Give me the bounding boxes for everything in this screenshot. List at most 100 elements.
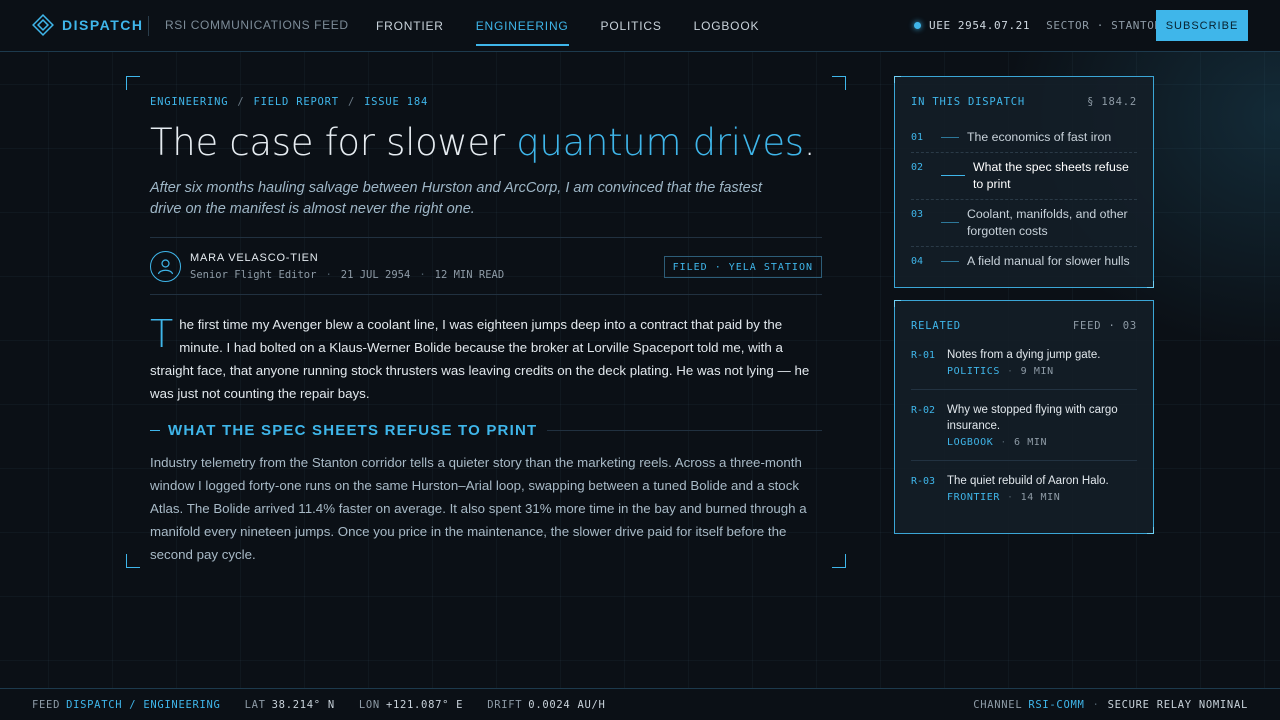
article-dek: After six months hauling salvage between… bbox=[150, 180, 763, 217]
toc-heading: IN THIS DISPATCH bbox=[911, 96, 1025, 108]
status-date: UEE 2954.07.21 bbox=[929, 19, 1031, 32]
diamond-logo-icon bbox=[32, 14, 54, 36]
breadcrumb-engineering[interactable]: ENGINEERING bbox=[150, 96, 228, 110]
meta-separator: · bbox=[419, 269, 426, 281]
toc-label: What the spec sheets refuse to print bbox=[973, 160, 1129, 191]
related-category: FRONTIER bbox=[947, 492, 1000, 503]
brand-logo[interactable]: DISPATCH bbox=[32, 14, 143, 36]
lead-text: he first time my Avenger blew a coolant … bbox=[150, 317, 810, 401]
title-accent: quantum drives bbox=[516, 121, 804, 164]
frame-corner bbox=[126, 554, 140, 568]
main-nav: FRONTIER ENGINEERING POLITICS LOGBOOK bbox=[376, 0, 791, 52]
toc-line bbox=[941, 137, 959, 138]
breadcrumb-field-report[interactable]: FIELD REPORT bbox=[253, 96, 338, 110]
toc-list: 01 The economics of fast iron 02 What th… bbox=[911, 123, 1137, 276]
subscribe-button[interactable]: SUBSCRIBE bbox=[1156, 10, 1248, 41]
channel-key: CHANNEL bbox=[973, 699, 1023, 711]
lat-value: 38.214° N bbox=[271, 699, 335, 711]
toc-item-02[interactable]: 02 What the spec sheets refuse to print bbox=[911, 153, 1137, 200]
avatar[interactable] bbox=[150, 251, 181, 282]
footer-lon: LON +121.087° E bbox=[359, 699, 463, 711]
top-bar: DISPATCH RSI COMMUNICATIONS FEED FRONTIE… bbox=[0, 0, 1280, 52]
toc-line bbox=[941, 261, 959, 262]
related-meta: POLITICS · 9 MIN bbox=[947, 366, 1137, 377]
toc-label: Coolant, manifolds, and other forgotten … bbox=[967, 207, 1128, 238]
related-category: LOGBOOK bbox=[947, 437, 994, 448]
author-name[interactable]: MARA VELASCO-TIEN bbox=[190, 252, 319, 264]
related-id: R-02 bbox=[911, 405, 936, 416]
author-role: Senior Flight Editor bbox=[190, 269, 317, 281]
toc-number: 03 bbox=[911, 209, 924, 220]
relay-status: SECURE RELAY NOMINAL bbox=[1107, 699, 1248, 711]
feed-key: FEED bbox=[32, 699, 61, 711]
byline: MARA VELASCO-TIEN Senior Flight Editor ·… bbox=[150, 237, 822, 295]
lat-key: LAT bbox=[244, 699, 266, 711]
heading-rule bbox=[547, 430, 822, 431]
section-heading: WHAT THE SPEC SHEETS REFUSE TO PRINT bbox=[150, 422, 822, 439]
page-title: The case for slower quantum drives. bbox=[150, 122, 822, 164]
meta-separator: · bbox=[1006, 366, 1014, 377]
feed-value: DISPATCH / ENGINEERING bbox=[66, 699, 221, 711]
toc-panel: IN THIS DISPATCH § 184.2 01 The economic… bbox=[894, 76, 1154, 288]
status-dot-icon bbox=[914, 22, 921, 29]
toc-item-03[interactable]: 03 Coolant, manifolds, and other forgott… bbox=[911, 200, 1137, 247]
related-read-time: 14 MIN bbox=[1020, 492, 1061, 503]
brand-name: DISPATCH bbox=[62, 17, 144, 33]
section-heading-text: WHAT THE SPEC SHEETS REFUSE TO PRINT bbox=[168, 422, 538, 439]
related-category: POLITICS bbox=[947, 366, 1000, 377]
toc-label: A field manual for slower hulls bbox=[967, 254, 1130, 268]
meta-separator: · bbox=[1000, 437, 1007, 448]
nav-logbook[interactable]: LOGBOOK bbox=[694, 0, 760, 52]
related-feed: FEED · 03 bbox=[1072, 320, 1137, 332]
drift-value: 0.0024 AU/H bbox=[528, 699, 606, 711]
toc-number: 01 bbox=[911, 132, 924, 143]
meta-separator: · bbox=[325, 269, 332, 281]
related-id: R-03 bbox=[911, 476, 936, 487]
toc-line bbox=[941, 222, 959, 223]
footer-lat: LAT 38.214° N bbox=[245, 699, 335, 711]
frame-corner bbox=[832, 76, 846, 90]
breadcrumb-separator: / bbox=[347, 96, 356, 108]
body-paragraph: Industry telemetry from the Stanton corr… bbox=[150, 455, 807, 562]
sector-label: SECTOR bbox=[1046, 19, 1090, 32]
nav-frontier[interactable]: FRONTIER bbox=[376, 0, 444, 52]
related-title: Why we stopped flying with cargo insuran… bbox=[947, 404, 1118, 432]
heading-dash bbox=[150, 430, 160, 431]
footer-feed: FEED DISPATCH / ENGINEERING bbox=[32, 699, 221, 711]
related-header: RELATED FEED · 03 bbox=[911, 320, 1137, 332]
related-meta: LOGBOOK · 6 MIN bbox=[947, 437, 1137, 448]
status-sector: SECTOR · STANTON bbox=[1046, 19, 1162, 32]
drop-cap: T bbox=[150, 312, 174, 356]
nav-engineering[interactable]: ENGINEERING bbox=[475, 0, 569, 52]
related-item[interactable]: R-01 Notes from a dying jump gate. POLIT… bbox=[911, 347, 1137, 390]
brand-divider bbox=[148, 16, 149, 36]
related-panel: RELATED FEED · 03 R-01 Notes from a dyin… bbox=[894, 300, 1154, 534]
author-meta: Senior Flight Editor · 21 JUL 2954 · 12 … bbox=[190, 269, 504, 281]
nav-politics[interactable]: POLITICS bbox=[601, 0, 662, 52]
filed-badge: FILED · YELA STATION bbox=[663, 256, 822, 278]
breadcrumb-issue[interactable]: ISSUE 184 bbox=[364, 96, 428, 110]
toc-label: The economics of fast iron bbox=[967, 130, 1112, 144]
toc-item-04[interactable]: 04 A field manual for slower hulls bbox=[911, 247, 1137, 276]
lon-key: LON bbox=[358, 699, 380, 711]
related-item[interactable]: R-02 Why we stopped flying with cargo in… bbox=[911, 402, 1137, 461]
breadcrumb: ENGINEERING / FIELD REPORT / ISSUE 184 bbox=[150, 96, 822, 110]
toc-header: IN THIS DISPATCH § 184.2 bbox=[911, 96, 1137, 108]
related-heading: RELATED bbox=[911, 320, 961, 332]
frame-corner bbox=[832, 554, 846, 568]
channel-value: RSI-COMM bbox=[1028, 699, 1085, 711]
read-time: 12 MIN READ bbox=[434, 269, 505, 281]
related-list: R-01 Notes from a dying jump gate. POLIT… bbox=[911, 347, 1137, 527]
toc-item-01[interactable]: 01 The economics of fast iron bbox=[911, 123, 1137, 153]
toc-section: § 184.2 bbox=[1087, 96, 1137, 108]
related-item[interactable]: R-03 The quiet rebuild of Aaron Halo. FR… bbox=[911, 473, 1137, 515]
user-icon bbox=[157, 259, 174, 275]
footer-telemetry: FEED DISPATCH / ENGINEERING LAT 38.214° N … bbox=[32, 699, 630, 711]
related-title: Notes from a dying jump gate. bbox=[947, 349, 1101, 361]
lead-paragraph: The first time my Avenger blew a coolant… bbox=[150, 313, 822, 405]
title-main: The case for slower bbox=[150, 121, 517, 164]
title-end: . bbox=[803, 121, 816, 164]
feed-label: RSI COMMUNICATIONS FEED bbox=[165, 18, 349, 32]
footer-separator: · bbox=[1092, 699, 1100, 711]
footer-channel: CHANNEL RSI-COMM · SECURE RELAY NOMINAL bbox=[973, 699, 1248, 711]
